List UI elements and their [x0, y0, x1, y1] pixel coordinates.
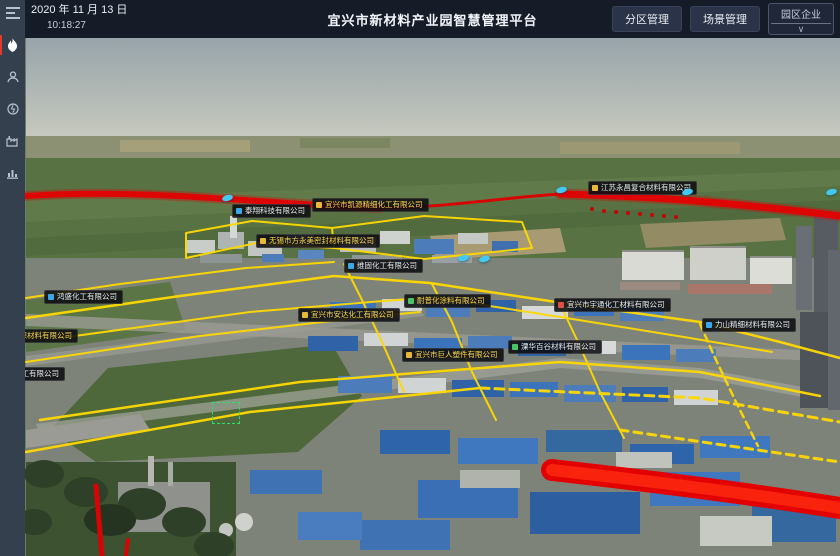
- scene-management-button[interactable]: 场景管理: [690, 6, 760, 32]
- company-label-text: 溧华百谷材料有限公司: [521, 343, 596, 351]
- dropdown-label: 园区企业: [769, 6, 833, 23]
- park-enterprise-dropdown[interactable]: 园区企业 ∨: [768, 3, 834, 35]
- company-marker-icon: [408, 298, 414, 304]
- header-actions: 分区管理 场景管理 园区企业 ∨: [612, 0, 834, 38]
- datetime: 2020 年 11 月 13 日 10:18:27: [31, 3, 127, 33]
- company-label-text: 宜兴市凯源精细化工有限公司: [325, 201, 423, 209]
- company-label[interactable]: 无锡市方永美密封材料有限公司: [256, 234, 380, 248]
- company-marker-icon: [512, 344, 518, 350]
- company-label-text: 无锡市方永美密封材料有限公司: [269, 237, 374, 245]
- company-marker-icon: [316, 202, 322, 208]
- company-label-text: 耐普化涂料有限公司: [417, 297, 485, 305]
- company-label[interactable]: 江苏永昌复合材料有限公司: [588, 181, 697, 195]
- company-label-text: 宜兴市安达化工有限公司: [311, 311, 394, 319]
- menu-icon[interactable]: [0, 0, 25, 26]
- company-label[interactable]: 宜兴市巨人塑件有限公司: [402, 348, 504, 362]
- company-label[interactable]: 泰翔科技有限公司: [232, 204, 311, 218]
- company-label-text: 江苏永昌复合材料有限公司: [601, 184, 691, 192]
- company-marker-icon: [302, 312, 308, 318]
- company-label[interactable]: 宜兴市宇通化工材料有限公司: [554, 298, 671, 312]
- power-icon[interactable]: [0, 96, 25, 122]
- company-marker-icon: [558, 302, 564, 308]
- flame-icon[interactable]: [0, 32, 25, 58]
- company-label-text: 维固化工有限公司: [357, 262, 417, 270]
- company-label[interactable]: 维固化工有限公司: [344, 259, 423, 273]
- chevron-down-icon: ∨: [769, 24, 833, 34]
- zone-management-button[interactable]: 分区管理: [612, 6, 682, 32]
- sidebar: [0, 0, 25, 556]
- date-text: 2020 年 11 月 13 日: [31, 3, 127, 19]
- company-label-text: 力山精细材料有限公司: [715, 321, 790, 329]
- header: 2020 年 11 月 13 日 10:18:27 宜兴市新材料产业园智慧管理平…: [25, 0, 840, 38]
- company-marker-icon: [260, 238, 266, 244]
- company-label[interactable]: 溧华百谷材料有限公司: [508, 340, 602, 354]
- bar-chart-icon[interactable]: [0, 160, 25, 186]
- map-3d-view[interactable]: 泰翔科技有限公司 宜兴市凯源精细化工有限公司无锡市方永美密封材料有限公司维固化工有…: [0, 0, 840, 556]
- user-icon[interactable]: [0, 64, 25, 90]
- company-marker-icon: [592, 185, 598, 191]
- company-marker-icon: [348, 263, 354, 269]
- factory-icon[interactable]: [0, 128, 25, 154]
- time-text: 10:18:27: [47, 19, 127, 34]
- company-label-text: 宜兴市巨人塑件有限公司: [415, 351, 498, 359]
- company-marker-icon: [48, 294, 54, 300]
- company-marker-icon: [236, 208, 242, 214]
- app-window: 泰翔科技有限公司 宜兴市凯源精细化工有限公司无锡市方永美密封材料有限公司维固化工有…: [0, 0, 840, 556]
- company-label-text: 鸿盛化工有限公司: [57, 293, 117, 301]
- company-label-text: 宜兴市宇通化工材料有限公司: [567, 301, 665, 309]
- company-label[interactable]: 宜兴市凯源精细化工有限公司: [312, 198, 429, 212]
- company-marker-icon: [706, 322, 712, 328]
- company-label-text: 泰翔科技有限公司: [245, 207, 305, 215]
- company-label[interactable]: 宜兴市安达化工有限公司: [298, 308, 400, 322]
- company-label[interactable]: 力山精细材料有限公司: [702, 318, 796, 332]
- company-label[interactable]: 鸿盛化工有限公司: [44, 290, 123, 304]
- map-scene: [0, 0, 840, 556]
- company-marker-icon: [406, 352, 412, 358]
- company-label[interactable]: 耐普化涂料有限公司: [404, 294, 491, 308]
